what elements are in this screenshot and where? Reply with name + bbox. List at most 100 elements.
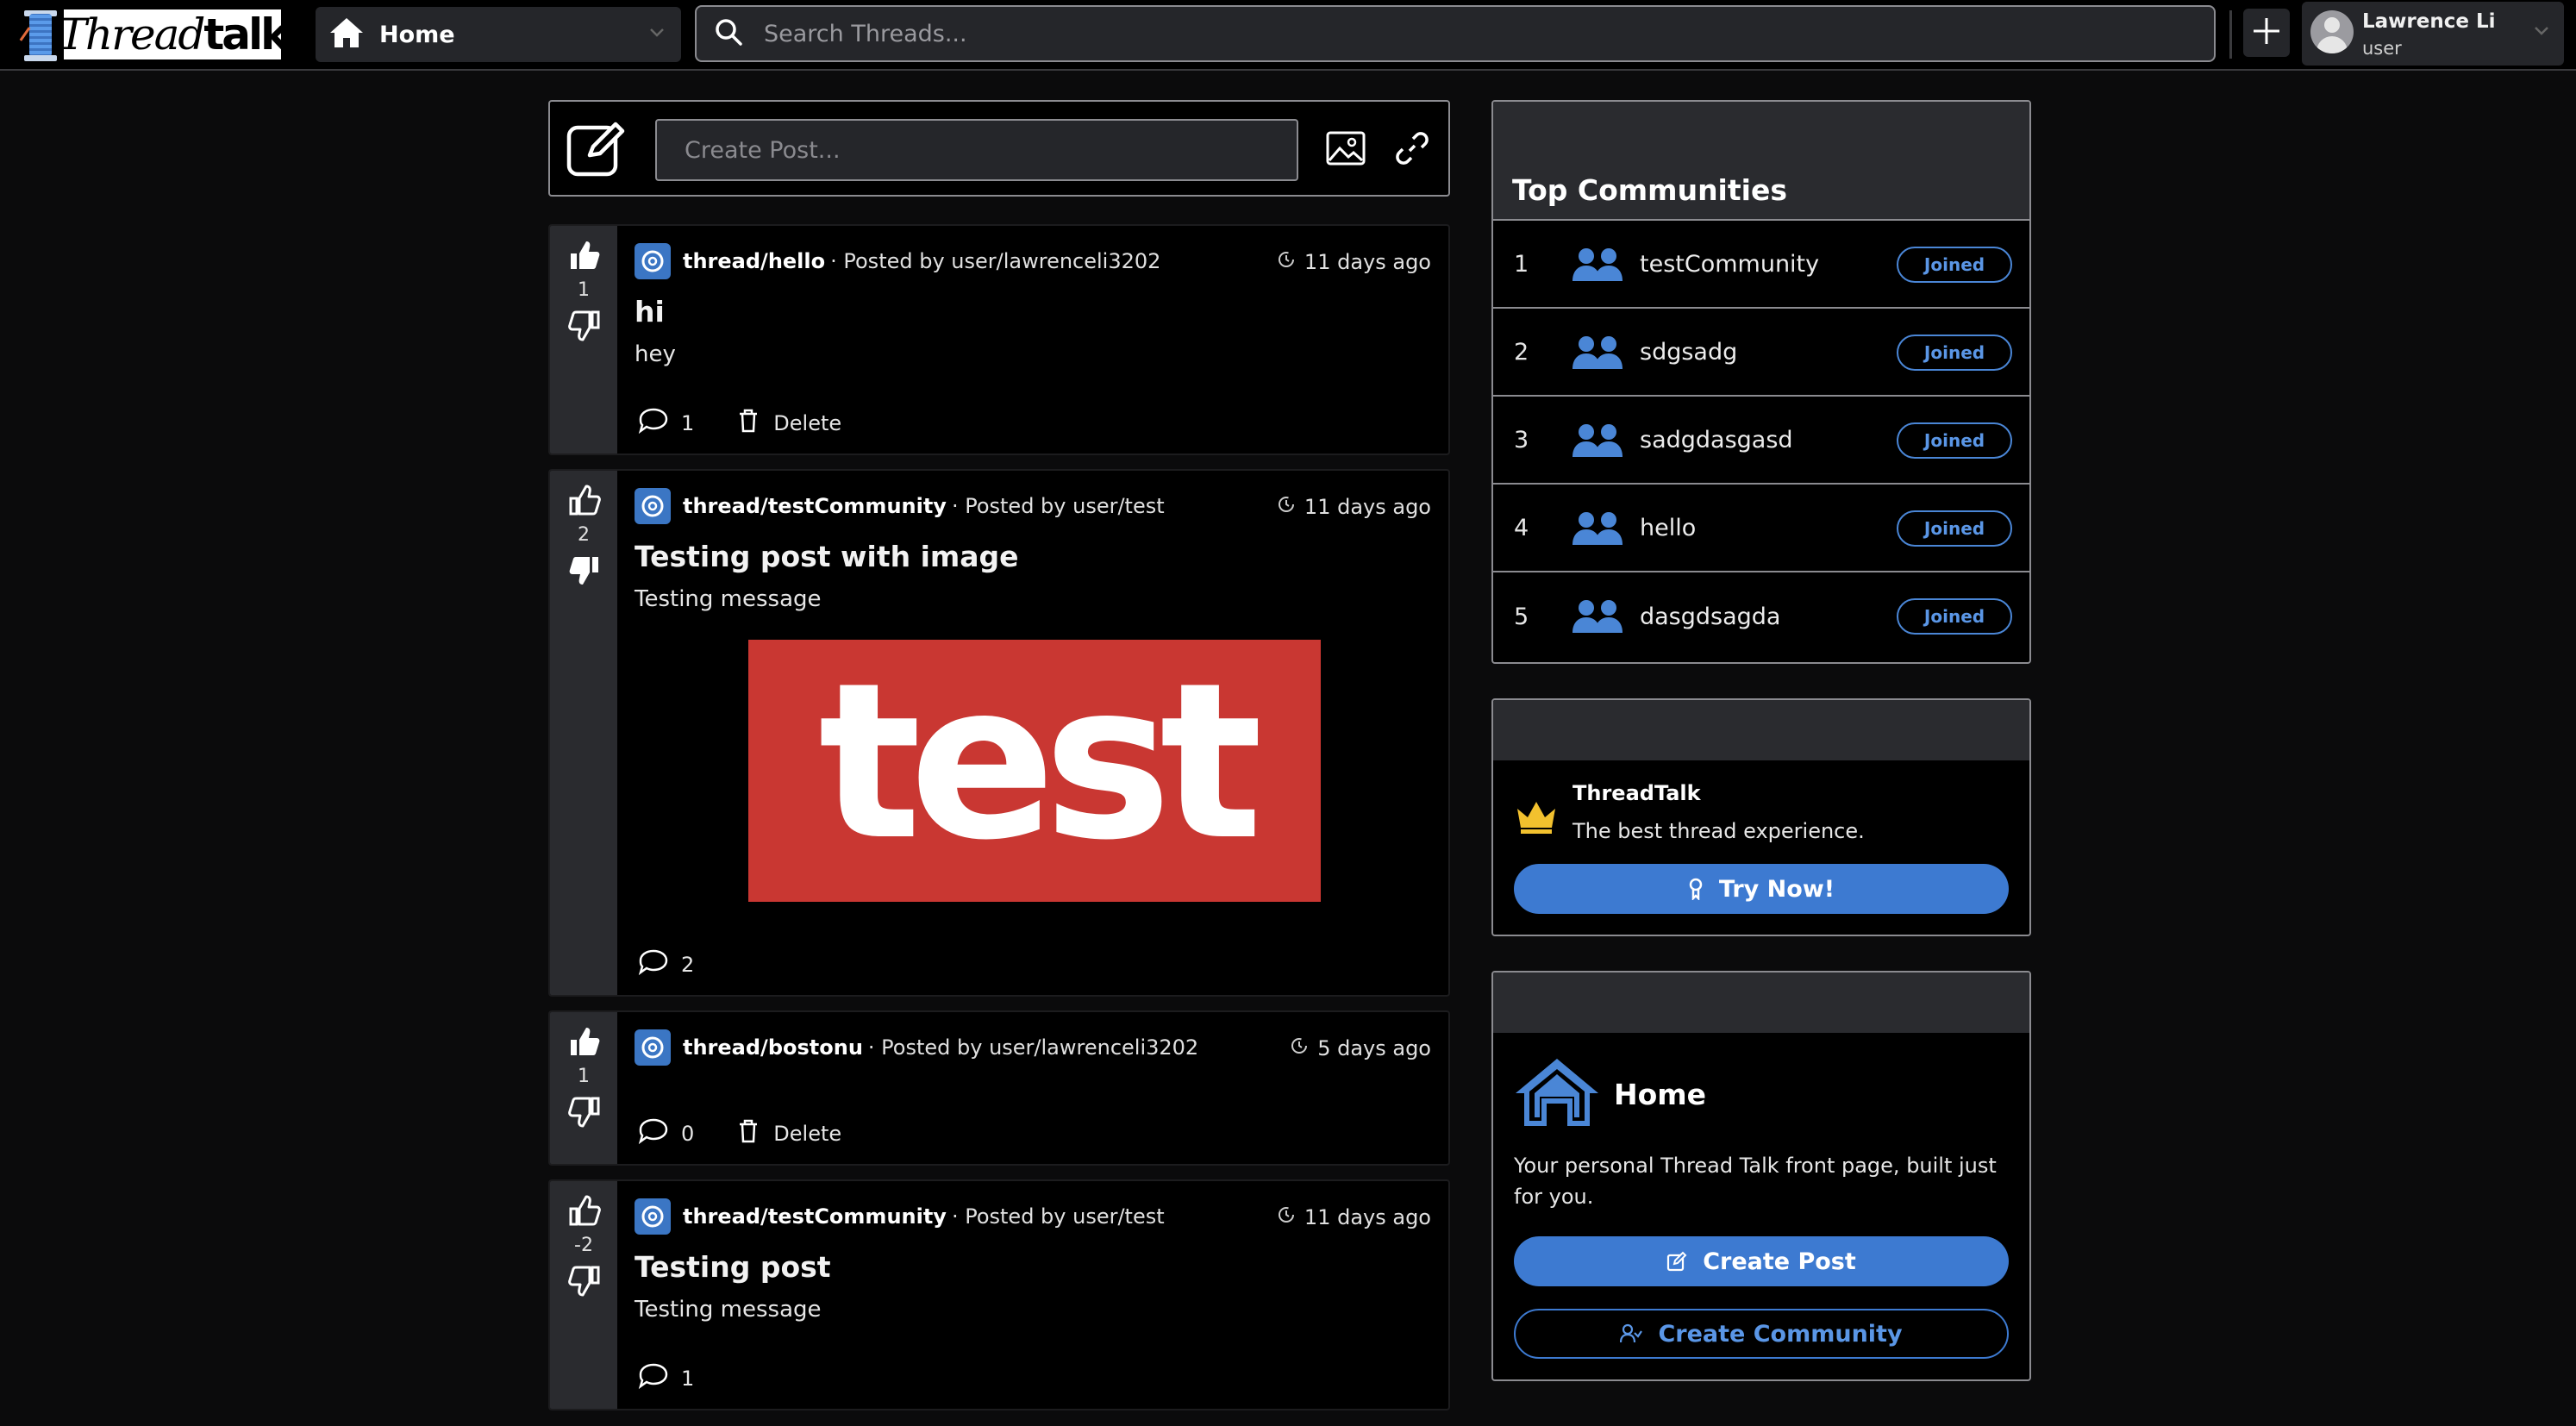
community-row[interactable]: 2 sdgsadg Joined xyxy=(1493,309,2029,397)
create-community-label: Create Community xyxy=(1658,1320,1903,1348)
post-time: 5 days ago xyxy=(1290,1036,1431,1060)
post-card[interactable]: 1 thread/bostonu · Posted by user/lawren… xyxy=(548,1010,1450,1166)
post-community-link[interactable]: thread/testCommunity xyxy=(683,1204,947,1229)
post-actions: 2 xyxy=(638,948,737,981)
post-author: · Posted by user/lawrenceli3202 xyxy=(830,249,1161,273)
threads-icon xyxy=(635,488,671,524)
comment-icon[interactable] xyxy=(638,1362,669,1395)
logo-wordmark: Thread talk xyxy=(58,9,289,59)
chevron-down-icon xyxy=(2533,24,2550,41)
post-score: -2 xyxy=(574,1235,593,1256)
community-row[interactable]: 1 testCommunity Joined xyxy=(1493,221,2029,309)
post-meta: thread/hello · Posted by user/lawrenceli… xyxy=(635,243,1166,279)
post-card[interactable]: -2 thread/testCommunity · Posted by user… xyxy=(548,1179,1450,1410)
downvote-icon[interactable] xyxy=(567,554,602,591)
joined-button[interactable]: Joined xyxy=(1897,247,2012,283)
joined-button[interactable]: Joined xyxy=(1897,335,2012,371)
create-post-bar xyxy=(548,100,1450,197)
joined-button[interactable]: Joined xyxy=(1897,510,2012,547)
post-community-link[interactable]: thread/bostonu xyxy=(683,1035,863,1060)
post-body: Testing message xyxy=(635,1297,822,1323)
create-community-button[interactable]: Create Community xyxy=(1514,1309,2009,1359)
downvote-icon[interactable] xyxy=(567,1095,602,1133)
threadtalk-logo[interactable]: Thread talk xyxy=(16,7,289,62)
community-icon xyxy=(1620,1323,1643,1344)
people-icon xyxy=(1571,247,1624,286)
trash-icon[interactable] xyxy=(737,1118,760,1149)
people-icon xyxy=(1571,510,1624,550)
plus-icon xyxy=(2251,16,2282,50)
downvote-icon[interactable] xyxy=(567,1264,602,1302)
post-card[interactable]: 2 thread/testCommunity · Posted by user/… xyxy=(548,469,1450,997)
search-icon xyxy=(714,17,743,50)
post-body: Testing message xyxy=(635,586,822,612)
people-icon xyxy=(1571,422,1624,462)
upvote-icon[interactable] xyxy=(567,483,602,521)
post-time-text: 11 days ago xyxy=(1304,495,1431,519)
home-card-description: Your personal Thread Talk front page, bu… xyxy=(1514,1154,1997,1209)
joined-button[interactable]: Joined xyxy=(1897,422,2012,459)
community-rank: 3 xyxy=(1514,426,1529,453)
user-name: Lawrence Li xyxy=(2362,10,2496,33)
create-post-input[interactable] xyxy=(655,119,1298,181)
vote-column: 1 xyxy=(550,226,617,453)
downvote-icon[interactable] xyxy=(567,309,602,347)
delete-button[interactable]: Delete xyxy=(773,411,841,435)
community-name[interactable]: sadgdasgasd xyxy=(1640,427,1793,453)
promo-header xyxy=(1493,700,2029,760)
post-community-link[interactable]: thread/hello xyxy=(683,249,825,273)
comment-icon[interactable] xyxy=(638,407,669,440)
post-image[interactable]: test xyxy=(748,640,1321,902)
comment-count: 1 xyxy=(681,1367,695,1391)
post-community-link[interactable]: thread/testCommunity xyxy=(683,494,947,518)
top-communities-header: Top Communities xyxy=(1493,102,2029,221)
user-menu[interactable]: Lawrence Li user xyxy=(2302,2,2564,66)
clock-icon xyxy=(1277,495,1296,519)
post-score: 2 xyxy=(578,524,590,546)
community-name[interactable]: hello xyxy=(1640,515,1696,541)
create-post-button[interactable]: Create Post xyxy=(1514,1236,2009,1286)
post-meta: thread/testCommunity · Posted by user/te… xyxy=(635,488,1170,524)
home-icon xyxy=(328,16,366,53)
avatar xyxy=(2310,10,2354,53)
community-name[interactable]: testCommunity xyxy=(1640,251,1819,278)
post-time: 11 days ago xyxy=(1277,495,1431,519)
promo-subtitle: The best thread experience. xyxy=(1572,819,1865,843)
community-row[interactable]: 3 sadgdasgasd Joined xyxy=(1493,397,2029,485)
post-title[interactable]: Testing post xyxy=(635,1250,831,1284)
upvote-icon[interactable] xyxy=(567,1024,602,1062)
comment-icon[interactable] xyxy=(638,1117,669,1150)
upvote-icon[interactable] xyxy=(567,1193,602,1231)
feed-selector-dropdown[interactable]: Home xyxy=(316,7,681,62)
clock-icon xyxy=(1277,1205,1296,1229)
upvote-icon[interactable] xyxy=(567,238,602,276)
search-input[interactable] xyxy=(762,19,2141,48)
post-title[interactable]: hi xyxy=(635,295,665,328)
post-actions: 1 Delete xyxy=(638,407,841,440)
promo-content: ThreadTalk The best thread experience. xyxy=(1493,760,2029,864)
comment-icon[interactable] xyxy=(638,948,669,981)
joined-button[interactable]: Joined xyxy=(1897,598,2012,635)
top-communities-title: Top Communities xyxy=(1512,173,1787,207)
link-icon[interactable] xyxy=(1395,131,1429,169)
post-actions: 0 Delete xyxy=(638,1117,841,1150)
post-time-text: 5 days ago xyxy=(1317,1036,1431,1060)
home-info-card: Home Your personal Thread Talk front pag… xyxy=(1491,971,2031,1381)
community-row[interactable]: 5 dasgdsagda Joined xyxy=(1493,572,2029,660)
post-title[interactable]: Testing post with image xyxy=(635,540,1019,573)
community-row[interactable]: 4 hello Joined xyxy=(1493,485,2029,572)
comment-count: 2 xyxy=(681,953,695,977)
delete-button[interactable]: Delete xyxy=(773,1122,841,1146)
community-name[interactable]: dasgdsagda xyxy=(1640,604,1780,630)
post-card[interactable]: 1 thread/hello · Posted by user/lawrence… xyxy=(548,224,1450,455)
image-upload-icon[interactable] xyxy=(1326,131,1366,169)
create-button[interactable] xyxy=(2243,9,2290,57)
award-icon xyxy=(1688,878,1704,900)
post-time: 11 days ago xyxy=(1277,250,1431,274)
premium-promo-card: ThreadTalk The best thread experience. T… xyxy=(1491,698,2031,936)
community-name[interactable]: sdgsadg xyxy=(1640,339,1737,366)
threads-icon xyxy=(635,1198,671,1235)
trash-icon[interactable] xyxy=(737,408,760,439)
try-now-button[interactable]: Try Now! xyxy=(1514,864,2009,914)
post-time: 11 days ago xyxy=(1277,1205,1431,1229)
